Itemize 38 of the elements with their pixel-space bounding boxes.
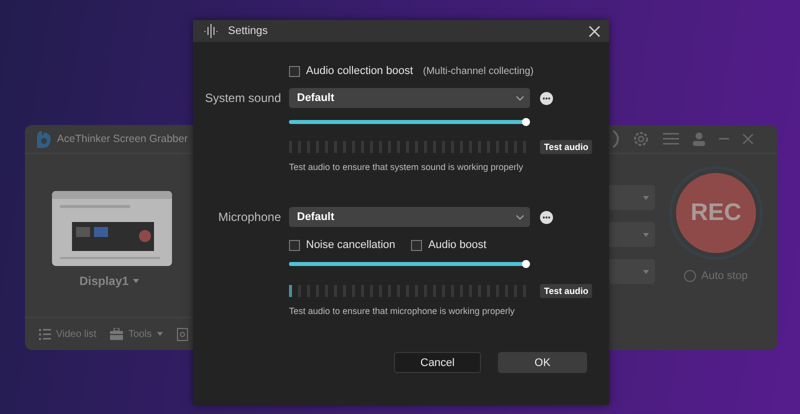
toolbox-icon [110, 328, 124, 340]
checkbox[interactable] [411, 240, 422, 250]
checkbox-label: Audio collection boost [306, 65, 414, 77]
checkbox[interactable] [289, 240, 300, 250]
test-audio-button[interactable]: Test audio [540, 284, 592, 298]
chevron-icon [516, 214, 524, 220]
hint-text: Test audio to ensure that microphone is working properly [289, 306, 516, 316]
person-icon[interactable] [693, 132, 705, 146]
note-text: (Multi-channel collecting) [423, 66, 534, 76]
more-icon[interactable] [540, 210, 553, 224]
test-audio-button[interactable]: Test audio [540, 140, 592, 154]
device-dropdown[interactable]: Default [289, 207, 530, 227]
cancel-button[interactable]: Cancel [394, 352, 481, 373]
hint-text: Test audio to ensure that system sound is working properly [289, 162, 524, 172]
field-label: System sound [204, 91, 281, 105]
radio-button[interactable] [684, 270, 696, 282]
checkbox-label: Audio boost [428, 239, 486, 251]
screenshot-icon[interactable] [176, 328, 189, 340]
app-title: AceThinker Screen Grabber [57, 133, 188, 145]
more-icon[interactable] [540, 92, 553, 104]
caret-icon [643, 232, 649, 236]
chevron-icon [516, 96, 524, 100]
dialog-title: Settings [228, 25, 269, 37]
list-icon [39, 328, 51, 340]
caret-icon [643, 270, 649, 274]
settings-icon[interactable] [633, 131, 649, 147]
slider-thumb[interactable] [522, 118, 530, 126]
checkbox-label: Noise cancellation [306, 239, 396, 251]
device-dropdown[interactable]: Default [289, 88, 530, 108]
caret-icon [132, 279, 139, 283]
slider-thumb[interactable] [522, 260, 530, 268]
caret-icon [156, 332, 163, 336]
minimize-icon[interactable] [719, 138, 729, 140]
menu-icon[interactable] [663, 133, 679, 145]
ok-button[interactable]: OK [498, 352, 587, 373]
checkbox[interactable] [289, 66, 300, 76]
caret-icon [643, 196, 649, 200]
field-label: Microphone [217, 210, 281, 224]
